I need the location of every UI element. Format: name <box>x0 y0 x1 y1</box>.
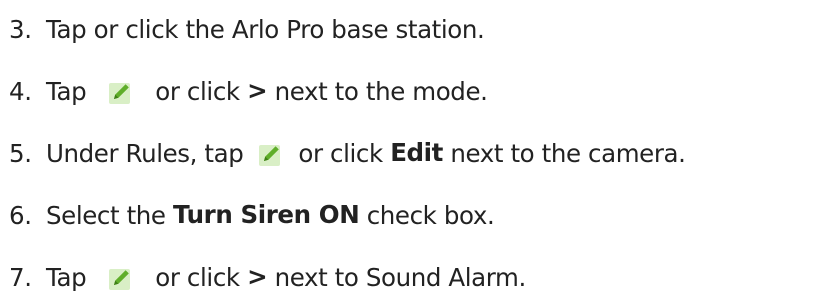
step-number: 5. <box>9 139 32 168</box>
step-7: 7. Tap or click > next to Sound Alarm. <box>9 257 526 297</box>
step-5: 5. Under Rules, tap or click Edit next to … <box>9 133 686 173</box>
edit-pencil-icon <box>108 266 133 291</box>
step-text: Tap <box>46 77 87 106</box>
step-text: next to the camera. <box>450 139 686 168</box>
step-text: or click <box>155 263 240 292</box>
step-number: 4. <box>9 77 32 106</box>
step-number: 7. <box>9 263 32 292</box>
step-number: 6. <box>9 201 32 230</box>
step-6: 6. Select the Turn Siren ON check box. <box>9 195 495 235</box>
step-text: Tap <box>46 263 87 292</box>
step-emphasis: > <box>247 76 268 105</box>
step-3: 3. Tap or click the Arlo Pro base station… <box>9 9 485 49</box>
step-4: 4. Tap or click > next to the mode. <box>9 71 488 111</box>
edit-pencil-icon <box>108 80 133 105</box>
step-text: Under Rules, tap <box>46 139 244 168</box>
step-emphasis: > <box>247 262 268 291</box>
step-text: or click <box>155 77 240 106</box>
edit-pencil-icon <box>258 142 283 167</box>
step-text: Select the <box>46 201 166 230</box>
step-text: check box. <box>366 201 495 230</box>
step-emphasis: Turn Siren ON <box>172 200 360 229</box>
step-text: next to Sound Alarm. <box>274 263 527 292</box>
step-emphasis: Edit <box>390 138 443 167</box>
step-text: next to the mode. <box>274 77 488 106</box>
step-text: or click <box>298 139 383 168</box>
step-text: Tap or click the Arlo Pro base station. <box>46 15 485 44</box>
step-number: 3. <box>9 15 32 44</box>
